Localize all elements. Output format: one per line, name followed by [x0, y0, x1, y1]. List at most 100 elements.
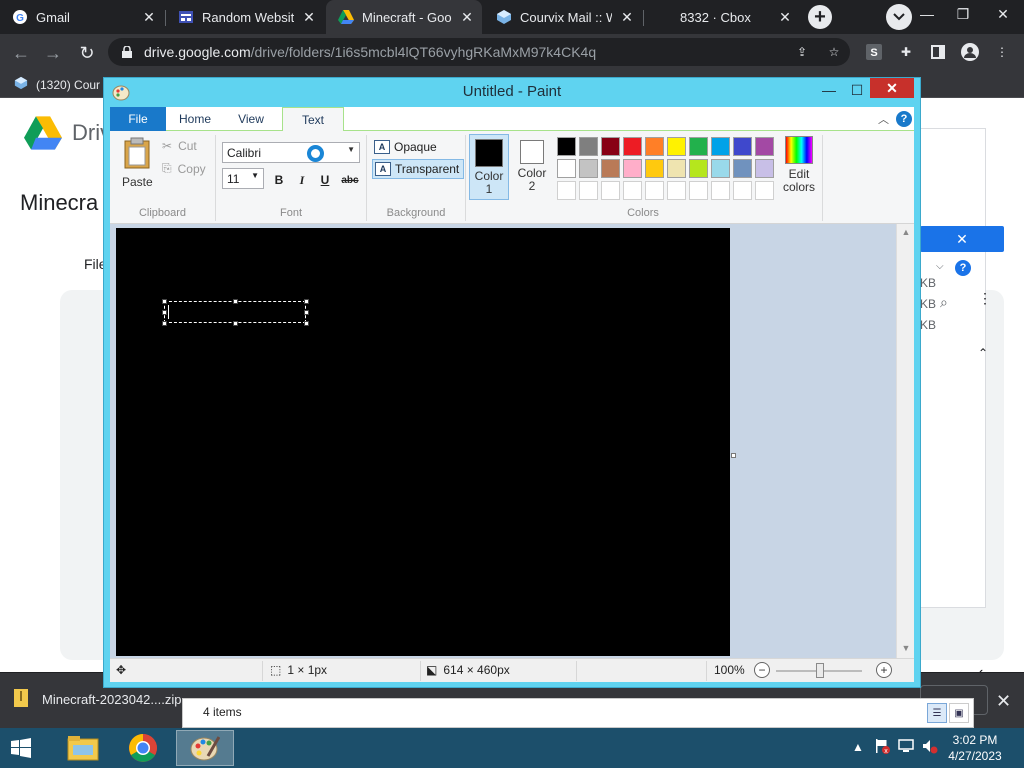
palette-color-swatch[interactable]	[623, 137, 642, 156]
zoom-out-button[interactable]: −	[754, 662, 770, 678]
scroll-down-icon[interactable]: ▼	[897, 640, 915, 656]
color1-button[interactable]: Color 1	[469, 134, 509, 200]
strikethrough-button[interactable]: abc	[339, 171, 361, 189]
palette-color-swatch[interactable]	[645, 159, 664, 178]
windows-start-icon[interactable]	[6, 735, 36, 761]
tab-gmail[interactable]: G Gmail ✕	[0, 0, 164, 34]
action-center-flag-icon[interactable]: x	[874, 738, 890, 757]
palette-color-swatch[interactable]	[689, 181, 708, 200]
reload-button[interactable]: ↻	[74, 40, 100, 66]
help-icon[interactable]: ?	[896, 111, 912, 127]
palette-color-swatch[interactable]	[755, 159, 774, 178]
palette-color-swatch[interactable]	[755, 137, 774, 156]
palette-color-swatch[interactable]	[645, 181, 664, 200]
tab-minecraft-drive[interactable]: Minecraft - Goog ✕	[326, 0, 482, 34]
transparent-button[interactable]: A Transparent	[372, 159, 465, 179]
palette-color-swatch[interactable]	[579, 159, 598, 178]
vertical-scrollbar[interactable]: ▲ ▼	[896, 224, 914, 658]
show-hidden-icons-icon[interactable]: ▲	[852, 740, 864, 754]
palette-color-swatch[interactable]	[601, 181, 620, 200]
paint-taskbar-icon[interactable]	[176, 730, 234, 766]
system-clock[interactable]: 3:02 PM 4/27/2023	[940, 732, 1010, 764]
chevron-down-icon[interactable]: ⌵	[936, 261, 944, 272]
restore-window-button[interactable]: ❐	[944, 0, 982, 28]
palette-color-swatch[interactable]	[667, 137, 686, 156]
tab-home[interactable]: Home	[170, 107, 220, 131]
palette-color-swatch[interactable]	[711, 181, 730, 200]
bold-button[interactable]: B	[270, 171, 288, 189]
minimize-ribbon-icon[interactable]: ︿	[878, 111, 889, 127]
palette-color-swatch[interactable]	[601, 159, 620, 178]
tab-text[interactable]: Text	[282, 107, 344, 132]
palette-color-swatch[interactable]	[623, 159, 642, 178]
close-tab-icon[interactable]: ✕	[618, 8, 636, 26]
side-panel-icon[interactable]	[926, 40, 950, 64]
resize-handle[interactable]	[304, 321, 309, 326]
network-icon[interactable]	[898, 738, 914, 757]
minimize-window-button[interactable]: —	[908, 0, 946, 28]
close-tab-icon[interactable]: ✕	[458, 8, 476, 26]
close-window-button[interactable]: ✕	[984, 0, 1022, 28]
search-icon[interactable]: ⌕	[940, 294, 948, 311]
palette-color-swatch[interactable]	[579, 137, 598, 156]
paste-button[interactable]: Paste	[122, 137, 153, 189]
palette-color-swatch[interactable]	[645, 137, 664, 156]
palette-color-swatch[interactable]	[601, 137, 620, 156]
help-icon[interactable]: ?	[955, 260, 971, 276]
resize-handle[interactable]	[162, 299, 167, 304]
close-tab-icon[interactable]: ✕	[776, 8, 794, 26]
palette-color-swatch[interactable]	[689, 159, 708, 178]
palette-color-swatch[interactable]	[711, 137, 730, 156]
forward-button[interactable]: →	[40, 40, 66, 66]
download-item[interactable]: Minecraft-2023042....zip	[14, 689, 181, 710]
resize-handle[interactable]	[233, 321, 238, 326]
text-input-box[interactable]	[162, 299, 309, 326]
tab-view[interactable]: View	[226, 107, 276, 131]
tab-random-website[interactable]: Random Website ✕	[166, 0, 324, 34]
back-button[interactable]: ←	[8, 40, 34, 66]
new-tab-button[interactable]: +	[808, 5, 832, 29]
cut-button[interactable]: ✂ Cut	[162, 139, 197, 153]
scroll-up-icon[interactable]: ▲	[897, 224, 915, 240]
palette-color-swatch[interactable]	[755, 181, 774, 200]
paint-title-bar[interactable]: Untitled - Paint — ☐ ✕	[104, 78, 920, 106]
close-icon[interactable]: ✕	[996, 691, 1011, 712]
palette-color-swatch[interactable]	[667, 181, 686, 200]
resize-handle[interactable]	[304, 299, 309, 304]
palette-color-swatch[interactable]	[557, 137, 576, 156]
palette-color-swatch[interactable]	[667, 159, 686, 178]
profile-avatar-icon[interactable]	[958, 40, 982, 64]
close-tab-icon[interactable]: ✕	[300, 8, 318, 26]
share-icon[interactable]: ⇪	[790, 40, 814, 64]
edit-colors-button[interactable]: Edit colors	[780, 134, 818, 194]
tab-cbox[interactable]: 8332 · Cbox ✕	[644, 0, 800, 34]
more-options-icon[interactable]: ⋮	[978, 290, 992, 307]
details-view-icon[interactable]: ☰	[927, 703, 947, 723]
large-icons-view-icon[interactable]: ▣	[949, 703, 969, 723]
palette-color-swatch[interactable]	[557, 181, 576, 200]
close-tab-icon[interactable]: ✕	[140, 8, 158, 26]
file-explorer-taskbar-icon[interactable]	[54, 730, 112, 766]
palette-color-swatch[interactable]	[733, 181, 752, 200]
bookmark-star-icon[interactable]: ☆	[822, 40, 846, 64]
zoom-in-button[interactable]: +	[876, 662, 892, 678]
palette-color-swatch[interactable]	[623, 181, 642, 200]
color2-button[interactable]: Color 2	[512, 134, 552, 200]
palette-color-swatch[interactable]	[557, 159, 576, 178]
extension-s-icon[interactable]: S	[862, 40, 886, 64]
font-size-select[interactable]: 11 ▼	[222, 168, 264, 189]
chrome-menu-icon[interactable]: ⋮	[990, 40, 1014, 64]
extensions-puzzle-icon[interactable]: ✚	[894, 40, 918, 64]
underline-button[interactable]: U	[316, 171, 334, 189]
palette-color-swatch[interactable]	[733, 137, 752, 156]
italic-button[interactable]: I	[293, 171, 311, 189]
palette-color-swatch[interactable]	[711, 159, 730, 178]
paint-close-button[interactable]: ✕	[870, 78, 914, 98]
dialog-close-button[interactable]: ✕	[920, 226, 1004, 252]
palette-color-swatch[interactable]	[689, 137, 708, 156]
resize-handle[interactable]	[304, 310, 309, 315]
paint-maximize-button[interactable]: ☐	[844, 80, 870, 100]
volume-muted-icon[interactable]	[922, 738, 938, 757]
tab-courvix-mail[interactable]: Courvix Mail :: We ✕	[484, 0, 642, 34]
chrome-taskbar-icon[interactable]	[114, 730, 172, 766]
